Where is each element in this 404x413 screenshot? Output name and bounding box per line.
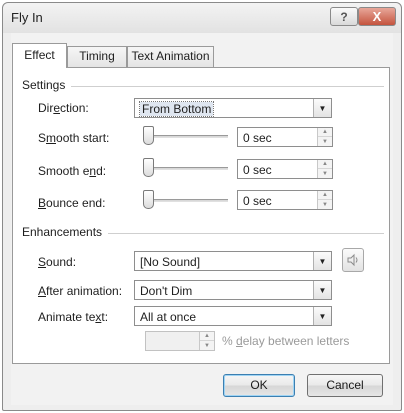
animate-text-label: Animate text: [38, 310, 109, 324]
spin-down-icon[interactable]: ▼ [200, 341, 214, 350]
smooth-end-slider-thumb[interactable] [143, 158, 154, 177]
tab-effect-label: Effect [24, 48, 55, 62]
animate-text-dropdown[interactable]: All at once ▼ [134, 306, 332, 326]
bounce-end-label: Bounce end: [38, 196, 106, 210]
title-bar[interactable]: Fly In ? X [3, 3, 401, 33]
tab-effect[interactable]: Effect [12, 43, 67, 68]
smooth-end-label: Smooth end: [38, 164, 107, 178]
enhancements-group-label: Enhancements [22, 225, 109, 239]
smooth-end-spinner[interactable]: 0 sec ▲ ▼ [237, 159, 333, 179]
after-animation-dropdown[interactable]: Don't Dim ▼ [134, 280, 332, 300]
tab-text-animation-label: Text Animation [131, 49, 210, 63]
bounce-end-spinner[interactable]: 0 sec ▲ ▼ [237, 190, 333, 210]
cancel-button[interactable]: Cancel [307, 374, 383, 397]
bounce-end-slider-track[interactable] [146, 199, 228, 202]
bounce-end-value: 0 sec [243, 194, 272, 208]
sound-volume-button[interactable] [342, 248, 364, 272]
chevron-down-icon[interactable]: ▼ [313, 99, 331, 117]
tab-timing[interactable]: Timing [67, 46, 127, 67]
tab-timing-label: Timing [79, 49, 115, 63]
window-title: Fly In [11, 10, 43, 25]
spin-up-icon[interactable]: ▲ [318, 160, 332, 169]
settings-divider [22, 86, 384, 87]
bounce-end-slider-thumb[interactable] [143, 190, 154, 209]
smooth-start-label: Smooth start: [38, 131, 110, 145]
tab-text-animation[interactable]: Text Animation [127, 46, 214, 67]
ok-button[interactable]: OK [223, 374, 295, 397]
help-icon: ? [340, 9, 348, 24]
chevron-down-icon[interactable]: ▼ [313, 252, 331, 270]
smooth-start-slider-thumb[interactable] [143, 126, 154, 145]
spin-down-icon[interactable]: ▼ [318, 200, 332, 209]
sound-dropdown[interactable]: [No Sound] ▼ [134, 251, 332, 271]
close-icon: X [372, 9, 382, 24]
direction-label: Direction: [38, 101, 89, 115]
spin-up-icon[interactable]: ▲ [318, 191, 332, 200]
animate-text-value: All at once [140, 310, 197, 324]
help-button[interactable]: ? [330, 7, 358, 26]
direction-value: From Bottom [138, 101, 215, 117]
after-animation-label: After animation: [38, 284, 123, 298]
smooth-end-value: 0 sec [243, 163, 272, 177]
sound-value: [No Sound] [140, 255, 201, 269]
smooth-end-slider-track[interactable] [146, 167, 228, 170]
spin-up-icon[interactable]: ▲ [200, 332, 214, 341]
delay-spinner[interactable]: ▲ ▼ [145, 331, 215, 351]
chevron-down-icon[interactable]: ▼ [313, 307, 331, 325]
smooth-start-spinner[interactable]: 0 sec ▲ ▼ [237, 127, 333, 147]
spin-down-icon[interactable]: ▼ [318, 169, 332, 178]
close-button[interactable]: X [358, 7, 396, 26]
settings-group-label: Settings [22, 78, 72, 92]
spin-up-icon[interactable]: ▲ [318, 128, 332, 137]
smooth-start-value: 0 sec [243, 131, 272, 145]
direction-dropdown[interactable]: From Bottom ▼ [134, 98, 332, 118]
after-animation-value: Don't Dim [140, 284, 193, 298]
spin-down-icon[interactable]: ▼ [318, 137, 332, 146]
chevron-down-icon[interactable]: ▼ [313, 281, 331, 299]
speaker-icon [347, 253, 358, 267]
delay-between-letters-label: % delay between letters [222, 334, 350, 348]
smooth-start-slider-track[interactable] [146, 135, 228, 138]
sound-label: Sound: [38, 255, 77, 269]
